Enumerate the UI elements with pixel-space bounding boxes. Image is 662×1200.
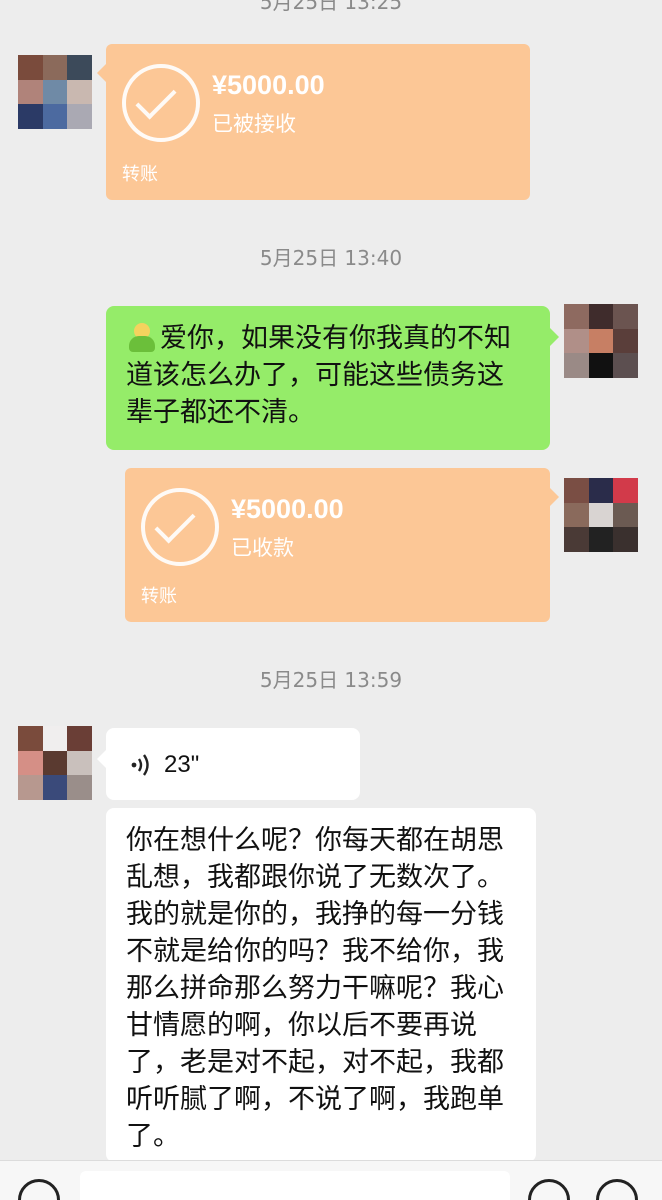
transfer-status: 已被接收 [212, 112, 296, 136]
hug-emoji-icon [126, 321, 158, 353]
chat-input-bar [0, 1160, 662, 1200]
message-input[interactable] [80, 1171, 510, 1200]
contact-avatar[interactable] [18, 55, 92, 129]
voice-duration: 23" [164, 751, 200, 778]
voice-message-bubble[interactable]: 23" [97, 728, 360, 800]
check-circle-icon [122, 64, 200, 142]
emoji-icon[interactable] [528, 1179, 570, 1200]
transfer-card-collected[interactable]: ¥5000.00 已收款 转账 [125, 468, 559, 622]
transfer-label: 转账 [122, 164, 158, 185]
self-avatar[interactable] [564, 304, 638, 378]
transfer-amount: ¥5000.00 [231, 494, 344, 524]
transfer-card-received[interactable]: ¥5000.00 已被接收 转账 [97, 44, 530, 200]
timestamp-top: 5月25日 13:25 [259, 0, 403, 14]
transfer-label: 转账 [141, 586, 177, 607]
message-text: 爱你，如果没有你我真的不知道该怎么办了，可能这些债务这辈子都还不清。 [126, 323, 511, 428]
message-text: 你在想什么呢？你每天都在胡思乱想，我都跟你说了无数次了。我的就是你的，我挣的每一… [126, 825, 504, 1152]
transfer-status: 已收款 [231, 536, 294, 560]
own-message-bubble[interactable]: 爱你，如果没有你我真的不知道该怎么办了，可能这些债务这辈子都还不清。 [106, 306, 559, 450]
contact-avatar[interactable] [18, 726, 92, 800]
transfer-amount: ¥5000.00 [212, 70, 325, 100]
voice-input-icon[interactable] [18, 1179, 60, 1200]
contact-message-bubble[interactable]: 你在想什么呢？你每天都在胡思乱想，我都跟你说了无数次了。我的就是你的，我挣的每一… [106, 808, 536, 1162]
timestamp: 5月25日 13:59 [259, 668, 403, 692]
check-circle-icon [141, 488, 219, 566]
timestamp: 5月25日 13:40 [259, 246, 403, 270]
plus-icon[interactable] [596, 1179, 638, 1200]
self-avatar[interactable] [564, 478, 638, 552]
voice-wave-icon [131, 754, 149, 776]
